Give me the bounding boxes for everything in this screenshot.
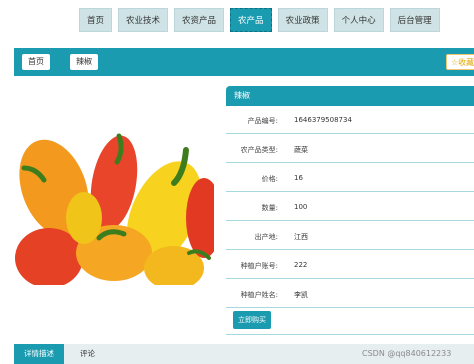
nav-item-admin[interactable]: 后台管理 (389, 8, 440, 32)
breadcrumb: 首页 辣椒 ☆收藏 (14, 48, 474, 76)
info-label: 数量: (261, 204, 278, 212)
info-row-quantity: 数量: 100 (226, 193, 474, 221)
favorite-button[interactable]: ☆收藏 (446, 54, 474, 70)
nav-item-agri-policy[interactable]: 农业政策 (277, 8, 328, 32)
tab-description[interactable]: 详情描述 (14, 344, 64, 364)
peppers-image (14, 88, 214, 285)
buy-now-button[interactable]: 立即购买 (233, 311, 271, 329)
info-label: 产品编号: (247, 117, 278, 125)
panel-divider (226, 334, 474, 335)
nav-item-agri-tech[interactable]: 农业技术 (118, 8, 169, 32)
nav-item-agri-supplies[interactable]: 农资产品 (174, 8, 225, 32)
info-row-origin: 出产地: 江西 (226, 222, 474, 250)
info-row-price: 价格: 16 (226, 164, 474, 192)
info-value: 222 (294, 261, 308, 269)
top-nav: 首页 农业技术 农资产品 农产品 农业政策 个人中心 后台管理 (79, 8, 446, 32)
breadcrumb-current-button[interactable]: 辣椒 (70, 54, 98, 70)
nav-item-agri-products[interactable]: 农产品 (230, 8, 272, 32)
info-value: 蔬菜 (294, 146, 308, 154)
info-value: 1646379508734 (294, 116, 352, 124)
info-row-grower-account: 种植户账号: 222 (226, 251, 474, 279)
product-title: 辣椒 (226, 86, 474, 106)
info-value: 100 (294, 203, 308, 211)
breadcrumb-home-button[interactable]: 首页 (22, 54, 50, 70)
info-value: 李凯 (294, 291, 308, 299)
info-row-product-id: 产品编号: 1646379508734 (226, 106, 474, 134)
info-row-grower-name: 种植户姓名: 李凯 (226, 280, 474, 308)
info-label: 价格: (261, 175, 278, 183)
info-row-product-type: 农产品类型: 蔬菜 (226, 135, 474, 163)
tab-comments[interactable]: 评论 (70, 344, 105, 364)
info-value: 江西 (294, 233, 308, 241)
info-label: 种植户账号: (240, 262, 278, 270)
info-label: 农产品类型: (240, 146, 278, 154)
info-label: 出产地: (254, 233, 278, 241)
product-image (14, 88, 214, 285)
nav-item-personal-center[interactable]: 个人中心 (333, 8, 384, 32)
nav-item-home[interactable]: 首页 (79, 8, 113, 32)
info-label: 种植户姓名: (240, 291, 278, 299)
watermark: CSDN @qq840612233 (362, 349, 452, 358)
info-value: 16 (294, 174, 303, 182)
